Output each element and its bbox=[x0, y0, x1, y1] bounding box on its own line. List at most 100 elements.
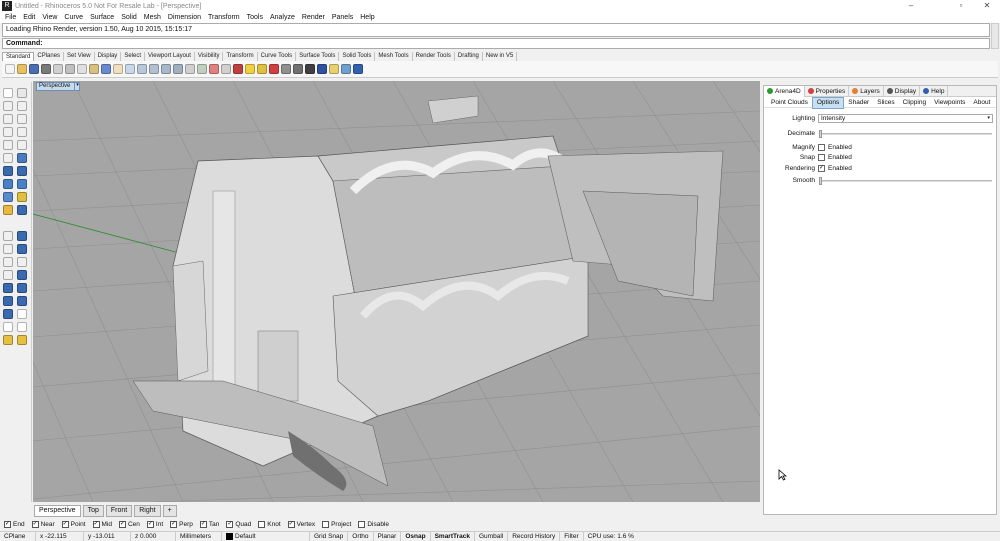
status-layer[interactable]: Default bbox=[222, 532, 310, 541]
menu-view[interactable]: View bbox=[42, 14, 57, 21]
osnap-point[interactable]: ✓ Point bbox=[61, 520, 86, 528]
copy-tool-icon[interactable] bbox=[17, 257, 27, 267]
analyze-icon[interactable] bbox=[3, 309, 13, 319]
mirror-tool-icon[interactable] bbox=[3, 283, 13, 293]
history-icon[interactable] bbox=[3, 322, 13, 332]
tab-cplanes[interactable]: CPlanes bbox=[34, 52, 65, 61]
menu-mesh[interactable]: Mesh bbox=[144, 14, 161, 21]
panel-tab-layers[interactable]: Layers bbox=[849, 85, 884, 97]
open-file-icon[interactable] bbox=[17, 64, 27, 74]
help-icon[interactable] bbox=[353, 64, 363, 74]
panel-tab-properties[interactable]: Properties bbox=[805, 85, 850, 97]
cplane-icon[interactable] bbox=[197, 64, 207, 74]
move-icon[interactable] bbox=[221, 64, 231, 74]
array-tool-icon[interactable] bbox=[17, 283, 27, 293]
arc-icon[interactable] bbox=[17, 114, 27, 124]
status-gumball[interactable]: Gumball bbox=[475, 532, 509, 541]
smooth-slider-thumb[interactable] bbox=[819, 177, 822, 185]
viewport-tab-top[interactable]: Top bbox=[82, 504, 104, 517]
tab-visibility[interactable]: Visibility bbox=[195, 52, 224, 61]
osnap-near-checkbox[interactable]: ✓ bbox=[31, 520, 39, 528]
subtab-shader[interactable]: Shader bbox=[844, 98, 873, 108]
check-icon[interactable] bbox=[17, 309, 27, 319]
osnap-project[interactable]: Project bbox=[322, 520, 351, 528]
trim-icon[interactable] bbox=[3, 244, 13, 254]
osnap-mid-checkbox[interactable]: ✓ bbox=[92, 520, 100, 528]
viewport-tab-front[interactable]: Front bbox=[105, 504, 133, 517]
shaded-icon[interactable] bbox=[293, 64, 303, 74]
polyline-icon[interactable] bbox=[3, 101, 13, 111]
color-wheel-icon[interactable] bbox=[269, 64, 279, 74]
subtab-point-clouds[interactable]: Point Clouds bbox=[767, 98, 812, 108]
status-cplane[interactable]: CPlane bbox=[0, 532, 36, 541]
wireframe-icon[interactable] bbox=[281, 64, 291, 74]
tab-display[interactable]: Display bbox=[95, 52, 122, 61]
render-sphere-icon[interactable] bbox=[317, 64, 327, 74]
osnap-knot[interactable]: Knot bbox=[258, 520, 281, 528]
panel-tab-arena4d[interactable]: Arena4D bbox=[764, 85, 805, 97]
status-filter[interactable]: Filter bbox=[560, 532, 584, 541]
osnap-vertex-checkbox[interactable]: ✓ bbox=[287, 520, 295, 528]
tab-drafting[interactable]: Drafting bbox=[455, 52, 483, 61]
zoom-window-icon[interactable] bbox=[149, 64, 159, 74]
menu-file[interactable]: File bbox=[5, 14, 16, 21]
osnap-project-checkbox[interactable] bbox=[322, 520, 330, 528]
viewport-canvas[interactable] bbox=[33, 81, 760, 502]
add-viewport-tab-button[interactable]: + bbox=[162, 504, 177, 517]
osnap-point-checkbox[interactable]: ✓ bbox=[61, 520, 69, 528]
tab-standard[interactable]: Standard bbox=[2, 52, 35, 61]
menu-edit[interactable]: Edit bbox=[23, 14, 35, 21]
text-icon[interactable] bbox=[3, 205, 13, 215]
move-tool-icon[interactable] bbox=[3, 257, 13, 267]
zoom-icon[interactable] bbox=[137, 64, 147, 74]
subtab-viewpoints[interactable]: Viewpoints bbox=[930, 98, 969, 108]
options-icon[interactable] bbox=[341, 64, 351, 74]
menu-render[interactable]: Render bbox=[302, 14, 325, 21]
join-icon[interactable] bbox=[17, 231, 27, 241]
menu-help[interactable]: Help bbox=[360, 14, 374, 21]
project-tool-icon[interactable] bbox=[3, 296, 13, 306]
rotate-view-icon[interactable] bbox=[125, 64, 135, 74]
offset-curve-icon[interactable] bbox=[17, 140, 27, 150]
subtab-options[interactable]: Options bbox=[811, 96, 845, 109]
rhino-logo-icon[interactable]: R bbox=[2, 1, 12, 11]
osnap-perp-checkbox[interactable]: ✓ bbox=[170, 520, 178, 528]
viewport-tab-right[interactable]: Right bbox=[134, 504, 161, 517]
panel-tab-display[interactable]: Display bbox=[884, 85, 921, 97]
copy-icon[interactable] bbox=[77, 64, 87, 74]
lock-icon[interactable] bbox=[257, 64, 267, 74]
polygon-icon[interactable] bbox=[3, 140, 13, 150]
split-icon[interactable] bbox=[17, 205, 27, 215]
pencil-icon[interactable] bbox=[17, 322, 27, 332]
menu-tools[interactable]: Tools bbox=[247, 14, 263, 21]
osnap-tan-checkbox[interactable]: ✓ bbox=[199, 520, 207, 528]
material-icon[interactable] bbox=[17, 335, 27, 345]
viewport-menu-arrow-icon[interactable]: ▾ bbox=[74, 82, 80, 91]
menu-panels[interactable]: Panels bbox=[332, 14, 353, 21]
undo-icon[interactable] bbox=[101, 64, 111, 74]
tab-curve-tools[interactable]: Curve Tools bbox=[258, 52, 297, 61]
osnap-end[interactable]: ✓ End bbox=[4, 520, 25, 528]
osnap-cen[interactable]: ✓ Cen bbox=[118, 520, 140, 528]
rotate-tool-icon[interactable] bbox=[3, 270, 13, 280]
panel-tab-help[interactable]: Help bbox=[920, 85, 949, 97]
save-icon[interactable] bbox=[29, 64, 39, 74]
osnap-disable-checkbox[interactable] bbox=[358, 520, 366, 528]
osnap-near[interactable]: ✓ Near bbox=[31, 520, 55, 528]
menu-curve[interactable]: Curve bbox=[64, 14, 83, 21]
close-icon[interactable]: ✕ bbox=[974, 0, 1000, 12]
surface-icon[interactable] bbox=[17, 153, 27, 163]
tab-mesh-tools[interactable]: Mesh Tools bbox=[375, 52, 413, 61]
select-arrow-icon[interactable] bbox=[3, 88, 13, 98]
paste-icon[interactable] bbox=[89, 64, 99, 74]
hide-icon[interactable] bbox=[233, 64, 243, 74]
status-smarttrack[interactable]: SmartTrack bbox=[431, 532, 475, 541]
osnap-quad-checkbox[interactable]: ✓ bbox=[226, 520, 234, 528]
extrude-icon[interactable] bbox=[17, 166, 27, 176]
osnap-quad[interactable]: ✓ Quad bbox=[226, 520, 251, 528]
osnap-disable[interactable]: Disable bbox=[358, 520, 389, 528]
osnap-cen-checkbox[interactable]: ✓ bbox=[118, 520, 126, 528]
rendering-checkbox[interactable]: ✓ bbox=[818, 165, 825, 172]
print-icon[interactable] bbox=[41, 64, 51, 74]
light-bulb-icon[interactable] bbox=[245, 64, 255, 74]
